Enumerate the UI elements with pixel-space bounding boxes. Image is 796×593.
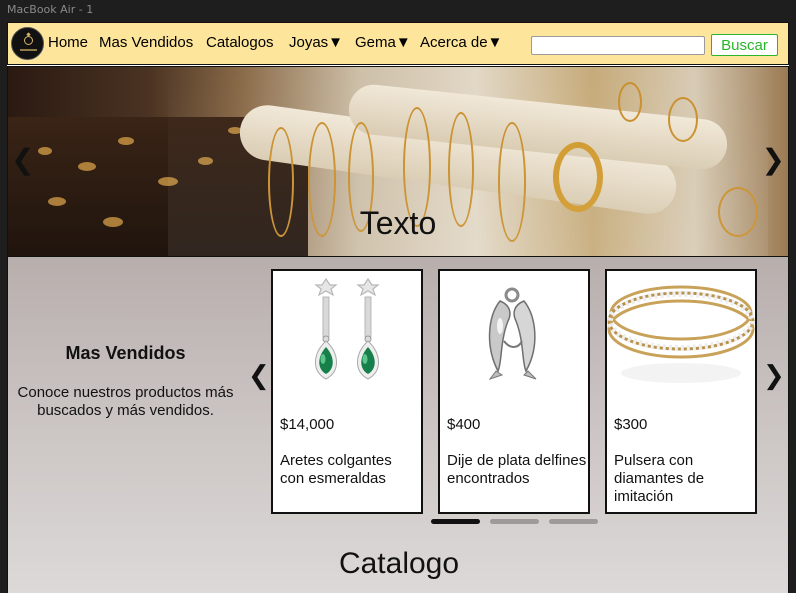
pager-dot-active[interactable]: [431, 519, 480, 524]
nav-gema-dropdown[interactable]: Gema▼: [355, 34, 411, 51]
emerald-earrings-image: [314, 277, 380, 380]
silver-dolphin-pendant-image: [488, 287, 537, 380]
nav-home-link[interactable]: Home: [48, 34, 88, 51]
catalog-heading: Catalogo: [338, 547, 460, 580]
hero-caption: Texto: [359, 205, 437, 241]
navbar: Home Mas Vendidos Catalogos Joyas▼ Gema▼…: [7, 22, 789, 65]
rhinestone-bracelet-image: [607, 285, 755, 383]
hero-carousel: Texto ❮ ❯: [7, 66, 789, 257]
ring-icon: [24, 36, 33, 45]
nav-acerca-de-dropdown[interactable]: Acerca de▼: [420, 34, 502, 51]
best-sellers-section: Mas Vendidos Conoce nuestros productos m…: [7, 257, 789, 593]
product-price: $14,000: [280, 416, 335, 433]
nav-catalogos-link[interactable]: Catalogos: [206, 34, 274, 51]
product-card[interactable]: $400 Dije de plata delfines encontrados: [438, 269, 590, 514]
product-card[interactable]: $14,000 Aretes colgantes con esmeraldas: [271, 269, 423, 514]
product-price: $300: [614, 416, 648, 433]
search-input[interactable]: [531, 36, 705, 55]
search-button[interactable]: Buscar: [711, 34, 778, 56]
section-heading: Mas Vendidos: [65, 343, 186, 363]
nav-mas-vendidos-link[interactable]: Mas Vendidos: [99, 34, 193, 51]
product-card[interactable]: $300 Pulsera con diamantes de imitación: [605, 269, 757, 514]
product-name: Dije de plata delfines encontrados: [447, 452, 587, 487]
chevron-right-icon[interactable]: ❯: [763, 361, 785, 391]
product-price: $400: [447, 416, 481, 433]
chevron-left-icon[interactable]: ❮: [248, 361, 270, 391]
pager-dot[interactable]: [490, 519, 539, 524]
chevron-left-icon[interactable]: ❮: [11, 143, 34, 176]
chevron-right-icon[interactable]: ❯: [762, 143, 785, 176]
nav-joyas-dropdown[interactable]: Joyas▼: [289, 34, 343, 51]
window-title: MacBook Air - 1: [7, 3, 94, 16]
page: Home Mas Vendidos Catalogos Joyas▼ Gema▼…: [7, 22, 789, 593]
pager-dot[interactable]: [549, 519, 598, 524]
product-name: Aretes colgantes con esmeraldas: [280, 452, 392, 487]
product-name: Pulsera con diamantes de imitación: [614, 452, 705, 505]
section-description: Conoce nuestros productos más buscados y…: [17, 384, 234, 419]
brand-logo[interactable]: [11, 27, 44, 60]
